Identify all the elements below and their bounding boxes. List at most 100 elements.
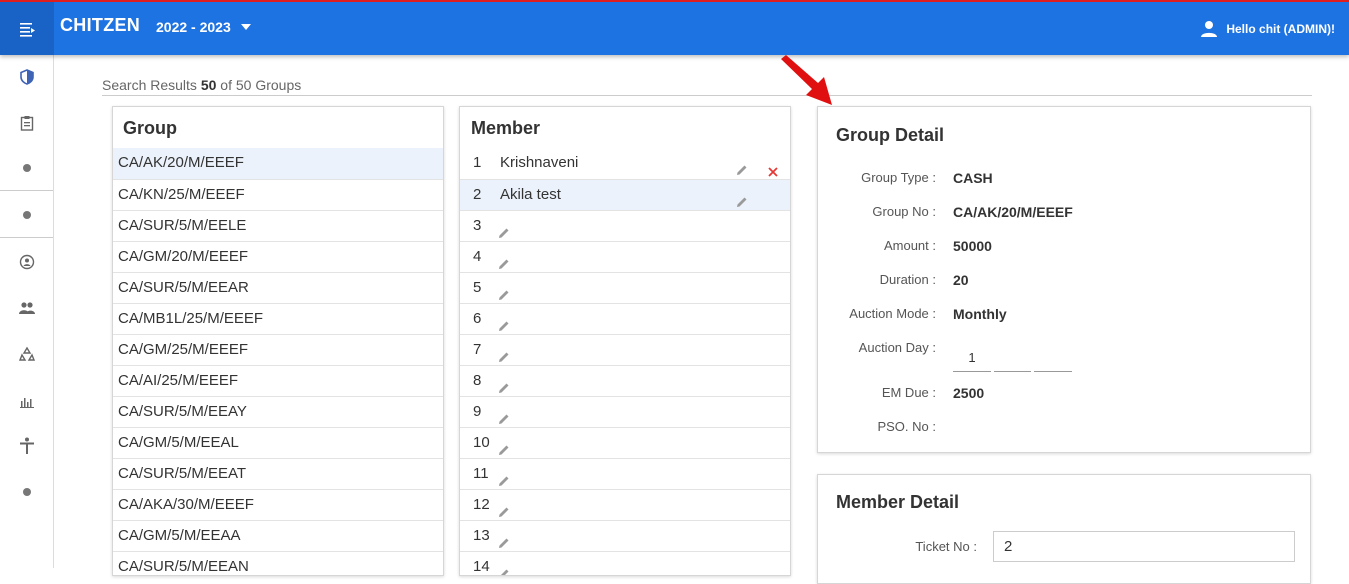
edit-pencil-icon[interactable] bbox=[498, 375, 510, 393]
dot-icon bbox=[22, 211, 31, 219]
sidebar-item-dot-1[interactable] bbox=[0, 153, 53, 183]
edit-pencil-icon[interactable] bbox=[498, 530, 510, 548]
account-circle-icon bbox=[19, 254, 34, 270]
member-list-item[interactable]: 12 bbox=[460, 489, 790, 520]
member-list-item[interactable]: 3 bbox=[460, 210, 790, 241]
accessibility-icon bbox=[19, 437, 34, 454]
auction-day-label: Auction Day : bbox=[858, 340, 936, 355]
edit-pencil-icon[interactable] bbox=[498, 437, 510, 455]
member-list-item[interactable]: 6 bbox=[460, 303, 790, 334]
duration-value: 20 bbox=[953, 272, 969, 288]
group-panel-title: Group bbox=[123, 118, 177, 138]
sidebar-item-shield[interactable] bbox=[0, 62, 53, 92]
em-due-value: 2500 bbox=[953, 385, 985, 401]
member-list-item[interactable]: 4 bbox=[460, 241, 790, 272]
year-label: 2022 - 2023 bbox=[156, 19, 231, 35]
user-menu[interactable]: Hello chit (ADMIN)! bbox=[1200, 20, 1335, 38]
member-list-item[interactable]: 14 bbox=[460, 551, 790, 575]
member-list-item[interactable]: 7 bbox=[460, 334, 790, 365]
sidebar-item-chart[interactable] bbox=[0, 386, 53, 416]
group-list-item[interactable]: CA/SUR/5/M/EELE bbox=[113, 210, 443, 241]
sidebar-item-dot-3[interactable] bbox=[0, 477, 53, 507]
ticket-no-input[interactable]: 2 bbox=[993, 531, 1295, 562]
member-panel-title: Member bbox=[471, 118, 541, 138]
year-selector[interactable]: 2022 - 2023 bbox=[156, 19, 251, 35]
sidebar-item-clipboard[interactable] bbox=[0, 108, 53, 138]
user-greeting: Hello chit (ADMIN)! bbox=[1226, 22, 1335, 36]
duration-label: Duration : bbox=[879, 272, 936, 287]
sidebar-item-accessibility[interactable] bbox=[0, 431, 53, 461]
edit-pencil-icon[interactable] bbox=[498, 313, 510, 331]
member-name: Krishnaveni bbox=[500, 154, 579, 171]
sidebar-item-people[interactable] bbox=[0, 293, 53, 323]
group-list-item[interactable]: CA/AK/20/M/EEEF bbox=[113, 148, 443, 179]
menu-list-icon bbox=[20, 22, 35, 37]
edit-pencil-icon[interactable] bbox=[498, 561, 510, 575]
amount-value: 50000 bbox=[953, 238, 992, 254]
member-list-item[interactable]: 5 bbox=[460, 272, 790, 303]
sidebar-divider bbox=[0, 190, 53, 191]
edit-pencil-icon[interactable] bbox=[498, 344, 510, 362]
auction-day-field-3[interactable] bbox=[1034, 344, 1072, 372]
auction-day-field-2[interactable] bbox=[994, 344, 1031, 372]
member-detail-title: Member Detail bbox=[836, 492, 960, 512]
group-list-item[interactable]: CA/AI/25/M/EEEF bbox=[113, 365, 443, 396]
edit-pencil-icon[interactable] bbox=[498, 468, 510, 486]
annotation-arrow-icon bbox=[781, 55, 832, 105]
amount-label: Amount : bbox=[883, 238, 936, 253]
pso-no-row: PSO. No : bbox=[818, 419, 1308, 439]
sidebar-item-recycle[interactable] bbox=[0, 339, 53, 369]
group-list-item[interactable]: CA/SUR/5/M/EEAT bbox=[113, 458, 443, 489]
sidebar-item-account[interactable] bbox=[0, 247, 53, 277]
member-ticket-number: 10 bbox=[473, 434, 490, 451]
member-ticket-number: 6 bbox=[473, 310, 482, 327]
group-list-item[interactable]: CA/SUR/5/M/EEAN bbox=[113, 551, 443, 575]
group-list-item[interactable]: CA/MB1L/25/M/EEEF bbox=[113, 303, 443, 334]
group-list-item[interactable]: CA/GM/20/M/EEEF bbox=[113, 241, 443, 272]
duration-row: Duration : 20 bbox=[818, 272, 1308, 292]
menu-button[interactable] bbox=[0, 2, 54, 55]
edit-pencil-icon[interactable] bbox=[498, 251, 510, 269]
member-ticket-number: 4 bbox=[473, 248, 482, 265]
edit-pencil-icon[interactable] bbox=[498, 220, 510, 238]
people-icon bbox=[18, 302, 35, 314]
clipboard-icon bbox=[20, 116, 33, 131]
delete-icon[interactable] bbox=[768, 158, 778, 177]
member-list-item[interactable]: 2 Akila test bbox=[460, 179, 790, 210]
member-list-item[interactable]: 9 bbox=[460, 396, 790, 427]
results-count: 50 bbox=[200, 77, 217, 93]
group-list-item[interactable]: CA/SUR/5/M/EEAY bbox=[113, 396, 443, 427]
brand-title[interactable]: CHITZEN bbox=[60, 15, 140, 36]
edit-pencil-icon[interactable] bbox=[498, 282, 510, 300]
member-ticket-number: 11 bbox=[473, 465, 489, 482]
member-panel: Member 1 Krishnaveni 2 Akila test 3 4 5 6 7 8 9 10 1… bbox=[459, 106, 791, 576]
em-due-label: EM Due : bbox=[881, 385, 936, 400]
member-list-item[interactable]: 1 Krishnaveni bbox=[460, 148, 790, 179]
amount-row: Amount : 50000 bbox=[818, 238, 1308, 258]
edit-pencil-icon[interactable] bbox=[498, 406, 510, 424]
member-ticket-number: 13 bbox=[473, 527, 490, 544]
member-ticket-number: 12 bbox=[473, 496, 490, 513]
edit-pencil-icon[interactable] bbox=[736, 189, 748, 207]
group-list-item[interactable]: CA/GM/5/M/EEAA bbox=[113, 520, 443, 551]
edit-pencil-icon[interactable] bbox=[736, 157, 748, 175]
results-suffix: of 50 Groups bbox=[220, 77, 302, 93]
edit-pencil-icon[interactable] bbox=[498, 499, 510, 517]
member-list: 1 Krishnaveni 2 Akila test 3 4 5 6 7 8 9 10 11 12 13 14 bbox=[460, 148, 790, 575]
sidebar-item-dot-2[interactable] bbox=[0, 200, 53, 230]
group-list-item[interactable]: CA/KN/25/M/EEEF bbox=[113, 179, 443, 210]
group-list-item[interactable]: CA/GM/25/M/EEEF bbox=[113, 334, 443, 365]
member-list-item[interactable]: 13 bbox=[460, 520, 790, 551]
member-ticket-number: 8 bbox=[473, 372, 482, 389]
group-list-item[interactable]: CA/SUR/5/M/EEAR bbox=[113, 272, 443, 303]
group-list-item[interactable]: CA/AKA/30/M/EEEF bbox=[113, 489, 443, 520]
group-list-item[interactable]: CA/GM/5/M/EEAL bbox=[113, 427, 443, 458]
sidebar-divider bbox=[0, 237, 53, 238]
group-no-label: Group No : bbox=[872, 204, 936, 219]
member-list-item[interactable]: 8 bbox=[460, 365, 790, 396]
member-list-item[interactable]: 10 bbox=[460, 427, 790, 458]
auction-mode-row: Auction Mode : Monthly bbox=[818, 306, 1308, 326]
auction-mode-label: Auction Mode : bbox=[849, 306, 936, 321]
member-list-item[interactable]: 11 bbox=[460, 458, 790, 489]
auction-day-field[interactable]: 1 bbox=[953, 344, 991, 372]
